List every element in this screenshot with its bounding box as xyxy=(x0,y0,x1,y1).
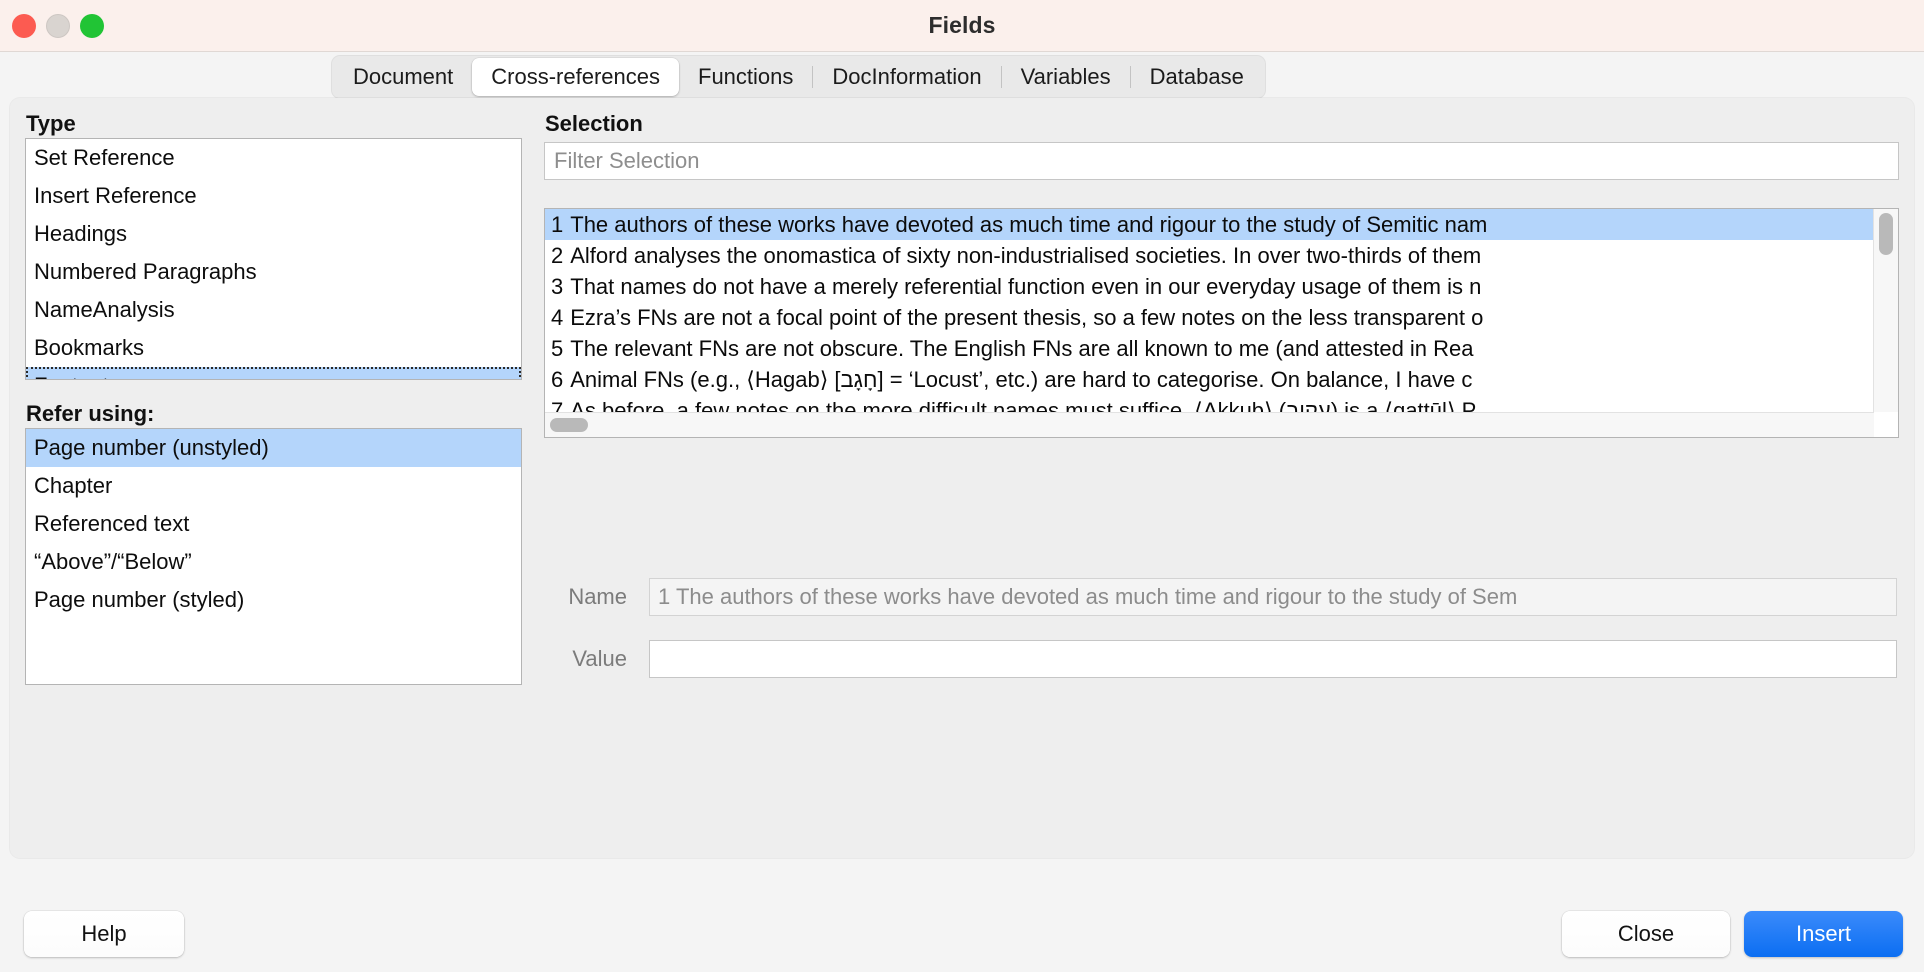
value-field-label: Value xyxy=(535,646,627,672)
close-button[interactable]: Close xyxy=(1562,911,1730,957)
selection-horizontal-scrollbar[interactable] xyxy=(545,412,1874,437)
selection-list-item[interactable]: 7 As before, a few notes on the more diff… xyxy=(545,395,1873,412)
selection-list-item[interactable]: 3 That names do not have a merely referen… xyxy=(545,271,1873,302)
tab-functions[interactable]: Functions xyxy=(679,58,812,96)
selection-item-text: Animal FNs (e.g., ⟨Hagab⟩ [חָגָב] = ‘Loc… xyxy=(570,367,1472,392)
tab-docinformation[interactable]: DocInformation xyxy=(813,58,1000,96)
selection-item-number: 3 xyxy=(551,274,563,299)
selection-list-rows: 1 The authors of these works have devoted… xyxy=(545,209,1873,412)
window-title: Fields xyxy=(0,12,1924,39)
selection-item-number: 6 xyxy=(551,367,563,392)
selection-item-text: Alford analyses the onomastica of sixty … xyxy=(570,243,1481,268)
titlebar: Fields xyxy=(0,0,1924,52)
selection-item-number: 7 xyxy=(551,398,563,412)
selection-item-number: 2 xyxy=(551,243,563,268)
cross-references-panel: Type Set ReferenceInsert ReferenceHeadin… xyxy=(10,98,1914,858)
selection-list-item[interactable]: 6 Animal FNs (e.g., ⟨Hagab⟩ [חָגָב] = ‘Lo… xyxy=(545,364,1873,395)
type-list-item[interactable]: Set Reference xyxy=(26,139,521,177)
refer-list-item[interactable]: Chapter xyxy=(26,467,521,505)
value-field-row: Value xyxy=(535,640,1897,678)
type-list-item[interactable]: Footnotes xyxy=(26,367,521,380)
selection-item-number: 5 xyxy=(551,336,563,361)
help-button[interactable]: Help xyxy=(24,911,184,957)
selection-listbox[interactable]: 1 The authors of these works have devoted… xyxy=(544,208,1899,438)
filter-selection-input[interactable] xyxy=(544,142,1899,180)
refer-using-listbox[interactable]: Page number (unstyled)ChapterReferenced … xyxy=(25,428,522,685)
selection-list-item[interactable]: 5 The relevant FNs are not obscure. The E… xyxy=(545,333,1873,364)
type-list-item[interactable]: Bookmarks xyxy=(26,329,521,367)
type-list-item[interactable]: NameAnalysis xyxy=(26,291,521,329)
selection-item-text: Ezra’s FNs are not a focal point of the … xyxy=(570,305,1483,330)
fields-dialog-window: Fields DocumentCross-referencesFunctions… xyxy=(0,0,1924,972)
selection-item-text: That names do not have a merely referent… xyxy=(570,274,1481,299)
tab-variables[interactable]: Variables xyxy=(1002,58,1130,96)
selection-item-text: As before, a few notes on the more diffi… xyxy=(570,398,1476,412)
value-field[interactable] xyxy=(649,640,1897,678)
tab-cross-references[interactable]: Cross-references xyxy=(472,58,679,96)
name-field-row: Name xyxy=(535,578,1897,616)
close-window-button[interactable] xyxy=(12,14,36,38)
selection-item-number: 4 xyxy=(551,305,563,330)
insert-button[interactable]: Insert xyxy=(1744,911,1903,957)
refer-list-item[interactable]: Page number (styled) xyxy=(26,581,521,619)
window-controls xyxy=(12,0,104,51)
selection-group-label: Selection xyxy=(545,111,643,137)
selection-horizontal-scrollbar-thumb[interactable] xyxy=(550,418,588,432)
selection-list-item[interactable]: 1 The authors of these works have devoted… xyxy=(545,209,1873,240)
refer-list-item[interactable]: Page number (unstyled) xyxy=(26,429,521,467)
selection-vertical-scrollbar-thumb[interactable] xyxy=(1879,213,1893,255)
type-list-item[interactable]: Insert Reference xyxy=(26,177,521,215)
type-list-item[interactable]: Numbered Paragraphs xyxy=(26,253,521,291)
type-list-item[interactable]: Headings xyxy=(26,215,521,253)
name-field xyxy=(649,578,1897,616)
tab-document[interactable]: Document xyxy=(334,58,472,96)
selection-item-text: The authors of these works have devoted … xyxy=(570,212,1487,237)
tab-bar: DocumentCross-referencesFunctionsDocInfo… xyxy=(0,52,1924,99)
type-group-label: Type xyxy=(26,111,76,137)
refer-list-item[interactable]: “Above”/“Below” xyxy=(26,543,521,581)
selection-item-text: The relevant FNs are not obscure. The En… xyxy=(570,336,1473,361)
type-listbox[interactable]: Set ReferenceInsert ReferenceHeadingsNum… xyxy=(25,138,522,380)
selection-list-item[interactable]: 4 Ezra’s FNs are not a focal point of the… xyxy=(545,302,1873,333)
tab-database[interactable]: Database xyxy=(1131,58,1263,96)
name-field-label: Name xyxy=(535,584,627,610)
selection-item-number: 1 xyxy=(551,212,563,237)
refer-using-group-label: Refer using: xyxy=(26,401,154,427)
maximize-window-button[interactable] xyxy=(80,14,104,38)
minimize-window-button[interactable] xyxy=(46,14,70,38)
tab-segmented-control: DocumentCross-referencesFunctionsDocInfo… xyxy=(331,55,1266,99)
refer-list-item[interactable]: Referenced text xyxy=(26,505,521,543)
selection-vertical-scrollbar[interactable] xyxy=(1873,209,1898,412)
selection-list-item[interactable]: 2 Alford analyses the onomastica of sixty… xyxy=(545,240,1873,271)
